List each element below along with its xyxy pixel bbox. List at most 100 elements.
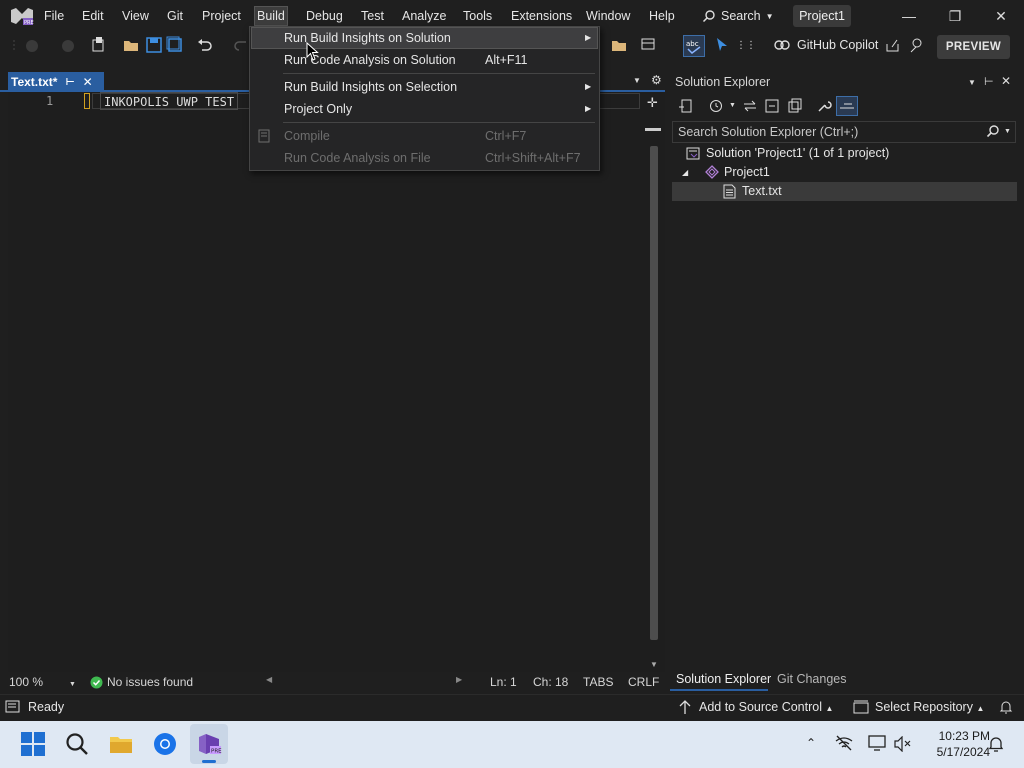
close-icon[interactable]: ✕ [83, 75, 93, 89]
file-explorer-icon[interactable] [108, 731, 134, 757]
volume-muted-icon[interactable] [893, 736, 911, 752]
menu-view[interactable]: View [120, 7, 151, 25]
layout-icon[interactable] [640, 36, 658, 54]
menu-item-run-code-analysis-solution[interactable]: Run Code Analysis on Solution Alt+F11 [252, 50, 597, 70]
tree-item-project[interactable]: ◢ Project1 [672, 163, 1017, 182]
open-folder-icon[interactable] [122, 36, 140, 54]
pending-changes-filter-icon[interactable] [708, 98, 724, 114]
code-line-text[interactable]: INKOPOLIS UWP TEST [100, 92, 239, 110]
menu-extensions[interactable]: Extensions [509, 7, 574, 25]
pointer-select-icon[interactable] [714, 36, 732, 54]
menu-build[interactable]: Build [254, 6, 288, 26]
properties-wrench-icon[interactable] [816, 98, 832, 114]
tab-solution-explorer[interactable]: Solution Explorer [676, 672, 771, 686]
minimize-button[interactable]: — [892, 4, 926, 28]
format-icon[interactable]: ⋮⋮ [734, 36, 752, 54]
arrow-up-icon [679, 700, 691, 714]
switch-views-icon[interactable] [678, 98, 694, 114]
display-icon[interactable] [868, 735, 886, 751]
text-file-icon [723, 184, 736, 199]
system-clock[interactable]: 10:23 PM 5/17/2024 [918, 728, 990, 760]
tab-git-changes[interactable]: Git Changes [777, 672, 846, 686]
output-window-icon[interactable] [5, 700, 21, 714]
menu-separator [283, 73, 595, 74]
zoom-level[interactable]: 100 % ▼ [9, 675, 76, 689]
tab-text-txt[interactable]: Text.txt* ⊢ ✕ [8, 72, 104, 92]
scroll-left-icon[interactable]: ◀ [266, 675, 272, 684]
tab-list-dropdown-icon[interactable]: ▼ [633, 76, 641, 85]
menu-debug[interactable]: Debug [304, 7, 345, 25]
collapse-all-icon[interactable] [764, 98, 780, 114]
menu-item-run-build-insights-selection[interactable]: Run Build Insights on Selection ▶ [252, 77, 597, 97]
pin-icon[interactable]: ⊢ [65, 77, 74, 88]
menu-item-run-build-insights-solution[interactable]: Run Build Insights on Solution ▶ [251, 27, 598, 49]
preview-selected-items-icon[interactable] [836, 96, 858, 116]
issues-label: No issues found [107, 675, 194, 689]
close-panel-icon[interactable]: ✕ [1001, 74, 1011, 88]
menu-file[interactable]: File [42, 7, 66, 25]
add-to-source-control-button[interactable]: Add to Source Control ▲ [699, 700, 833, 714]
issues-indicator[interactable]: No issues found [90, 675, 193, 689]
menu-item-project-only[interactable]: Project Only ▶ [252, 99, 597, 119]
close-window-button[interactable]: ✕ [984, 4, 1018, 28]
status-ready: Ready [28, 700, 65, 714]
show-hidden-icons-chevron[interactable]: ⌃ [806, 736, 816, 750]
indent-indicator[interactable]: TABS [583, 675, 613, 689]
check-circle-icon [90, 676, 103, 688]
search-options-icon[interactable]: ▼ [1004, 128, 1011, 135]
github-copilot-button[interactable]: GitHub Copilot [773, 37, 878, 53]
code-editor[interactable] [8, 92, 665, 672]
redo-icon[interactable] [232, 36, 250, 54]
share-icon[interactable] [884, 36, 902, 54]
line-indicator[interactable]: Ln: 1 [490, 675, 517, 689]
copilot-icon [774, 40, 790, 50]
undo-icon[interactable] [196, 36, 214, 54]
taskbar-search-icon[interactable] [64, 731, 90, 757]
sync-active-document-icon[interactable] [742, 98, 758, 114]
menu-edit[interactable]: Edit [80, 7, 106, 25]
notification-center-icon[interactable] [988, 735, 1004, 753]
menu-test[interactable]: Test [359, 7, 386, 25]
pin-icon[interactable]: ⊢ [984, 75, 994, 88]
expand-arrow-icon[interactable]: ◢ [682, 163, 688, 182]
menu-item-compile: Compile Ctrl+F7 [252, 126, 597, 146]
navigate-back-forward-icon[interactable] [12, 38, 82, 54]
window-options-icon[interactable]: ▼ [968, 78, 976, 87]
copilot-label: GitHub Copilot [797, 38, 879, 52]
menu-help[interactable]: Help [647, 7, 677, 25]
show-all-files-icon[interactable] [787, 98, 803, 114]
split-editor-icon[interactable]: ✛ [647, 95, 658, 111]
search-placeholder: Search Solution Explorer (Ctrl+;) [678, 125, 859, 139]
scroll-down-icon[interactable]: ▼ [650, 660, 658, 669]
spell-check-icon[interactable]: abc [683, 35, 705, 57]
char-indicator[interactable]: Ch: 18 [533, 675, 568, 689]
search-icon[interactable] [986, 124, 1000, 138]
windows-start-icon[interactable] [20, 731, 46, 757]
select-repository-button[interactable]: Select Repository ▲ [875, 700, 984, 714]
settings-gear-icon[interactable]: ⚙ [651, 73, 662, 87]
save-icon[interactable] [145, 36, 163, 54]
menu-tools[interactable]: Tools [461, 7, 494, 25]
browser-icon[interactable] [152, 731, 178, 757]
search-menu[interactable]: Search ▼ [702, 5, 774, 27]
new-item-icon[interactable] [90, 36, 108, 54]
menu-analyze[interactable]: Analyze [400, 7, 448, 25]
editor-scroll-thumb[interactable] [650, 146, 658, 640]
tree-item-solution[interactable]: Solution 'Project1' (1 of 1 project) [672, 144, 1017, 163]
menu-git[interactable]: Git [165, 7, 185, 25]
scroll-right-icon[interactable]: ▶ [456, 675, 462, 684]
preview-button[interactable]: PREVIEW [937, 35, 1010, 59]
visual-studio-preview-icon[interactable]: PRE [196, 731, 222, 757]
restore-button[interactable]: ❐ [938, 4, 972, 28]
menu-window[interactable]: Window [584, 7, 632, 25]
menu-project[interactable]: Project [200, 7, 243, 25]
chevron-down-icon[interactable]: ▼ [729, 102, 736, 109]
feedback-icon[interactable] [908, 36, 926, 54]
network-disconnected-icon[interactable] [835, 735, 853, 751]
folder-view-icon[interactable] [610, 36, 628, 54]
notifications-bell-icon[interactable] [999, 699, 1013, 715]
submenu-arrow-icon: ▶ [585, 33, 592, 42]
save-all-icon[interactable] [166, 36, 184, 54]
tree-item-text-file[interactable]: Text.txt [672, 182, 1017, 201]
line-ending-indicator[interactable]: CRLF [628, 675, 659, 689]
